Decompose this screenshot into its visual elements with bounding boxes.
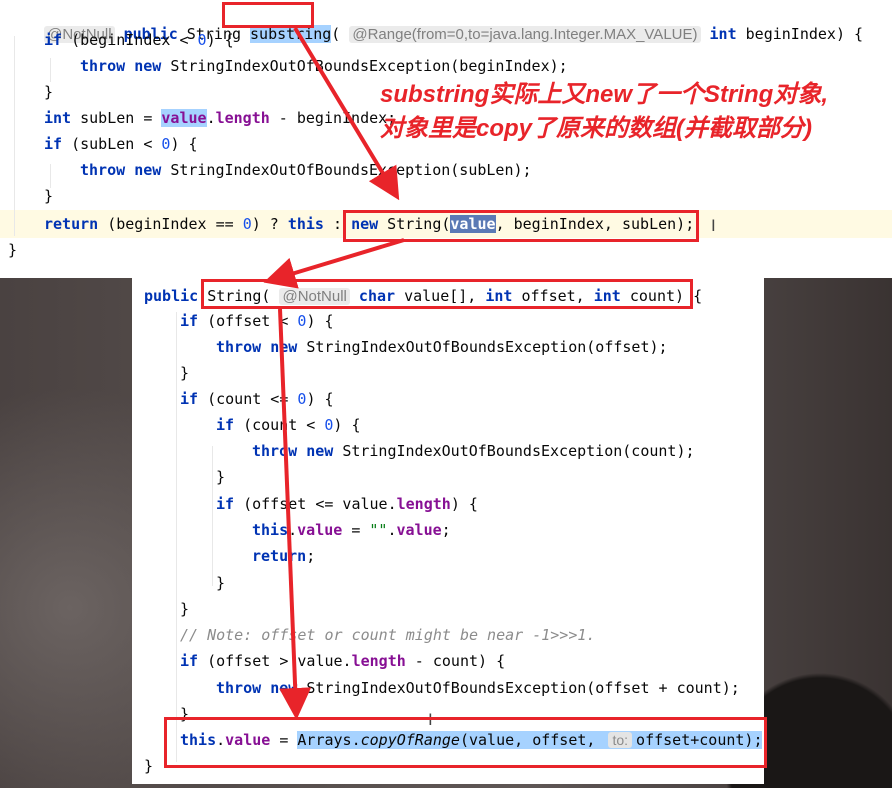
arrow-new-to-constructor: [263, 238, 405, 289]
caption-line-1: substring实际上又new了一个String对象,: [380, 81, 829, 108]
arrow-substring-to-new: [293, 26, 400, 201]
annotation-caption: substring实际上又new了一个String对象, 对象里是copy了原来…: [380, 78, 828, 146]
caption-line-2: 对象里是copy了原来的数组(并截取部分): [380, 115, 812, 142]
arrow-constructor-to-copy: [278, 308, 312, 720]
